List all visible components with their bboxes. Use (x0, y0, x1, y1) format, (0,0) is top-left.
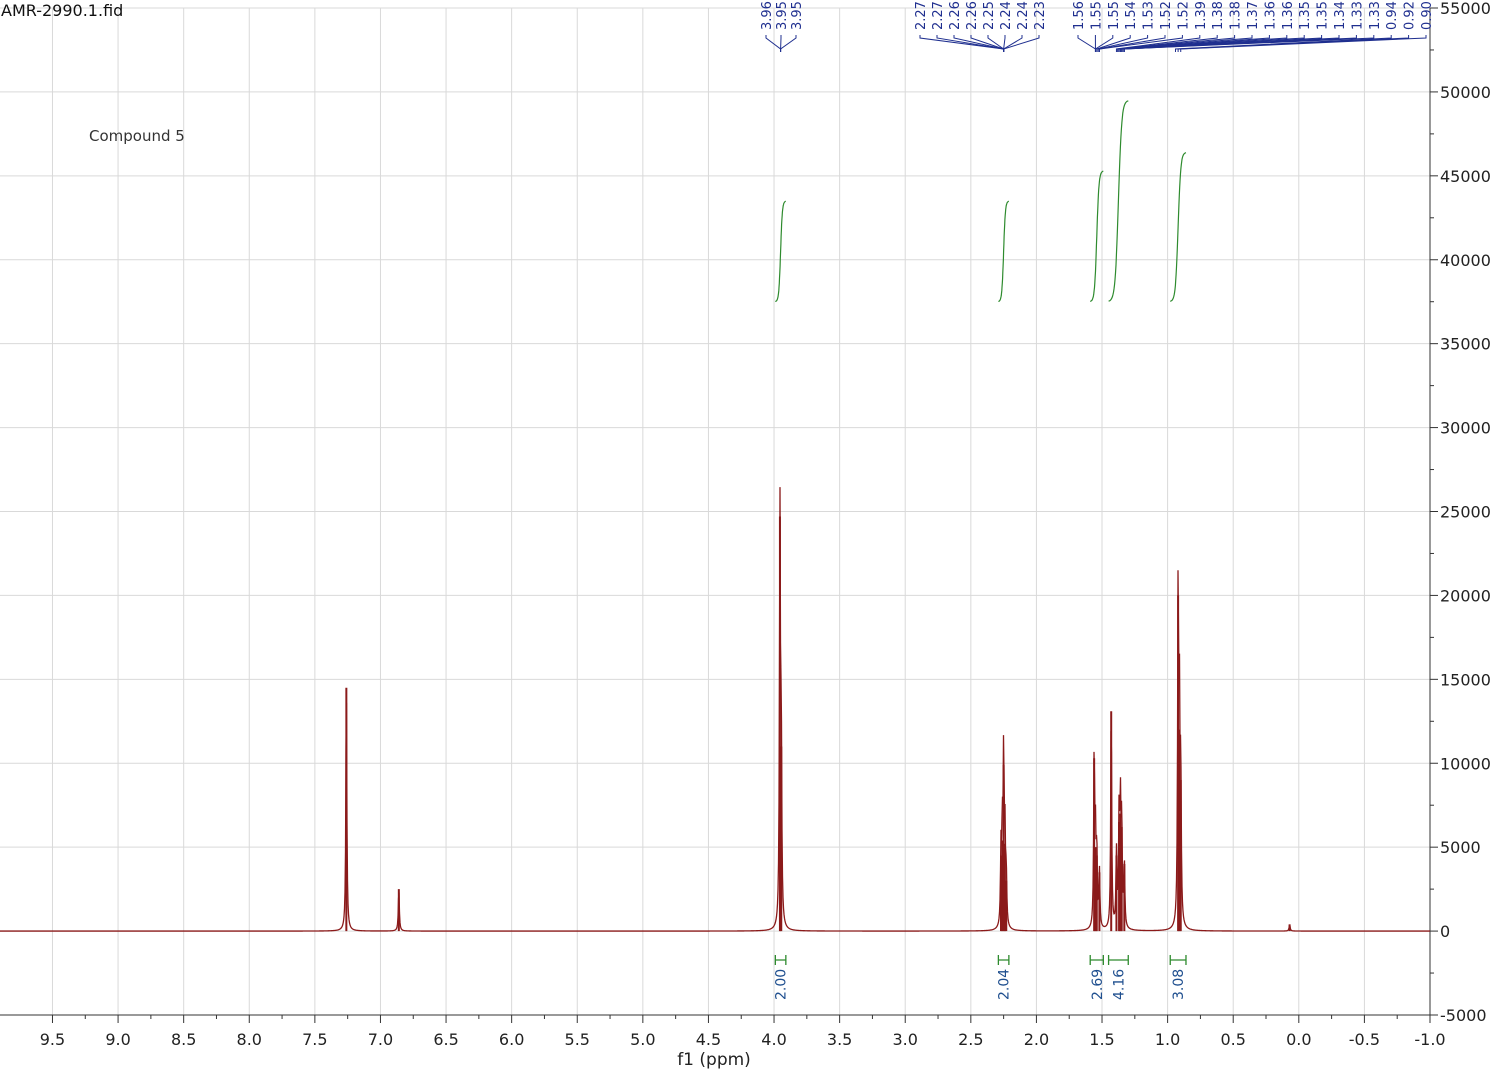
x-tick-label: 8.0 (237, 1030, 262, 1049)
y-tick-label: 45000 (1440, 167, 1491, 186)
x-tick-label: 7.5 (302, 1030, 327, 1049)
peak-label: 3.95 (775, 1, 790, 30)
peak-label: 1.54 (1124, 1, 1139, 30)
peak-label: 1.56 (1072, 1, 1087, 30)
x-tick-label: 4.0 (761, 1030, 786, 1049)
peak-label: 1.33 (1368, 1, 1383, 30)
compound-label: Compound 5 (89, 127, 185, 145)
peak-label: 1.35 (1316, 1, 1331, 30)
file-title: AMR-2990.1.fid (1, 1, 124, 20)
x-tick-label: 1.5 (1089, 1030, 1114, 1049)
x-tick-label: 6.5 (433, 1030, 458, 1049)
y-tick-label: 50000 (1440, 83, 1491, 102)
x-tick-label: 3.5 (827, 1030, 852, 1049)
peak-label: 1.52 (1159, 1, 1174, 30)
peak-label: 1.55 (1107, 1, 1122, 30)
x-axis-title: f1 (ppm) (677, 1050, 751, 1069)
x-tick-label: 7.0 (368, 1030, 393, 1049)
peak-label: 2.27 (931, 1, 946, 30)
x-tick-label: 5.0 (630, 1030, 655, 1049)
peak-label: 1.34 (1333, 1, 1348, 30)
integral-value: 2.69 (1090, 969, 1106, 1000)
x-tick-label: 5.5 (565, 1030, 590, 1049)
peak-label: 0.90 (1420, 1, 1435, 30)
x-tick-label: 9.5 (40, 1030, 65, 1049)
peak-label: 1.55 (1089, 1, 1104, 30)
x-tick-label: 0.5 (1220, 1030, 1245, 1049)
peak-label: 1.53 (1142, 1, 1157, 30)
peak-label: 2.24 (999, 1, 1014, 30)
integral-value: 4.16 (1111, 969, 1127, 1000)
x-tick-label: -1.0 (1414, 1030, 1445, 1049)
y-tick-label: -5000 (1440, 1006, 1487, 1025)
integral-value: 3.08 (1171, 969, 1187, 1000)
peak-label: 2.24 (1016, 1, 1031, 30)
x-tick-label: 8.5 (171, 1030, 196, 1049)
peak-label: 1.33 (1350, 1, 1365, 30)
x-tick-label: 3.0 (893, 1030, 918, 1049)
x-tick-label: 1.0 (1155, 1030, 1180, 1049)
peak-label: 2.26 (948, 1, 963, 30)
x-tick-label: 2.5 (958, 1030, 983, 1049)
peak-label: 1.38 (1229, 1, 1244, 30)
peak-label: 1.36 (1281, 1, 1296, 30)
x-tick-label: 2.0 (1024, 1030, 1049, 1049)
peak-label: 1.52 (1176, 1, 1191, 30)
peak-label: 1.38 (1211, 1, 1226, 30)
y-tick-label: 55000 (1440, 0, 1491, 18)
y-tick-label: 5000 (1440, 838, 1481, 857)
y-tick-label: 40000 (1440, 251, 1491, 270)
peak-label: 3.96 (760, 1, 775, 30)
x-tick-label: 0.0 (1286, 1030, 1311, 1049)
peak-label: 0.92 (1403, 1, 1418, 30)
y-tick-label: 0 (1440, 922, 1450, 941)
peak-label: 1.35 (1298, 1, 1313, 30)
x-tick-label: 4.5 (696, 1030, 721, 1049)
peak-label: 1.36 (1263, 1, 1278, 30)
nmr-spectrum-chart: 9.5 9.0 8.5 8.0 7.5 7.0 6.5 6.0 5.5 5.0 4.5 4.0 3.5 3… (0, 0, 1491, 1069)
y-tick-label: 25000 (1440, 503, 1491, 522)
y-tick-label: 30000 (1440, 419, 1491, 438)
x-tick-label: 6.0 (499, 1030, 524, 1049)
x-tick-label: -0.5 (1349, 1030, 1380, 1049)
peak-label: 2.27 (914, 1, 929, 30)
peak-label: 2.23 (1033, 1, 1048, 30)
peak-label: 0.94 (1385, 1, 1400, 30)
y-tick-label: 35000 (1440, 335, 1491, 354)
peak-label: 1.39 (1194, 1, 1209, 30)
integral-value: 2.04 (997, 969, 1013, 1000)
peak-label: 3.95 (790, 1, 805, 30)
peak-label: 2.26 (965, 1, 980, 30)
x-tick-label: 9.0 (105, 1030, 130, 1049)
y-tick-label: 10000 (1440, 754, 1491, 773)
peak-label: 2.25 (982, 1, 997, 30)
y-tick-label: 15000 (1440, 670, 1491, 689)
y-tick-label: 20000 (1440, 586, 1491, 605)
peak-label: 1.37 (1246, 1, 1261, 30)
integral-value: 2.00 (774, 969, 790, 1000)
